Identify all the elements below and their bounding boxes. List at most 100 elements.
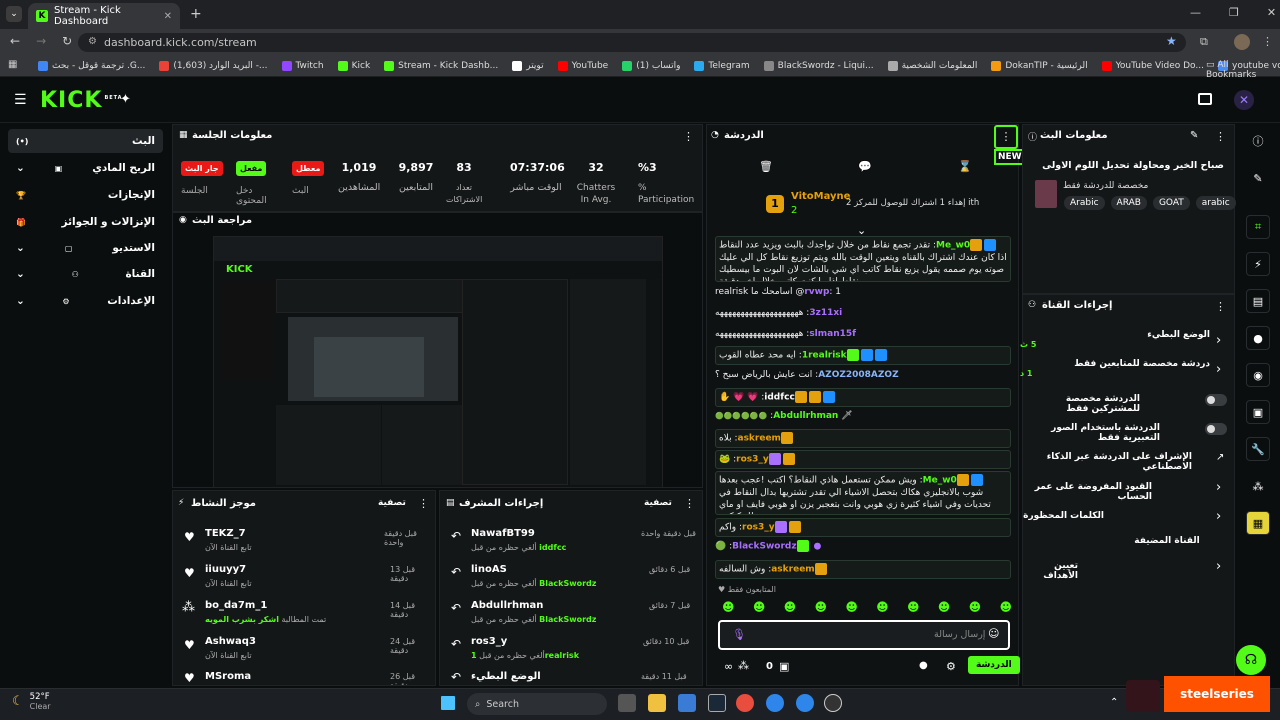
mod-filter-button[interactable]: تصفية bbox=[644, 498, 672, 508]
stream-info-menu-icon[interactable]: ⋮ bbox=[1215, 130, 1226, 143]
nav-item-achievements[interactable]: الإنجازات 🏆 bbox=[8, 183, 163, 207]
chevron-right-icon[interactable]: › bbox=[1216, 362, 1221, 377]
bookmark-item[interactable]: BlackSwordz - Liqui... bbox=[763, 61, 874, 71]
emote-icon[interactable]: ☻ bbox=[938, 600, 951, 614]
address-bar[interactable]: dashboard.kick.com/stream bbox=[78, 33, 1186, 52]
dots-icon[interactable]: ⁂ bbox=[1246, 474, 1270, 498]
emote-icon[interactable]: ☻ bbox=[814, 600, 827, 614]
minimize-icon[interactable]: — bbox=[1190, 6, 1201, 19]
extensions-icon[interactable]: ⧉ bbox=[1200, 35, 1208, 49]
emoji-icon[interactable]: ☺ bbox=[988, 627, 999, 640]
task-view-icon[interactable] bbox=[618, 694, 636, 712]
bookmark-item[interactable]: Stream - Kick Dashb... bbox=[384, 61, 498, 71]
dots-icon[interactable]: ⁂ bbox=[738, 659, 749, 672]
nav-item-settings[interactable]: ⌄ الإعدادات ⚙ bbox=[8, 289, 163, 313]
scan-icon[interactable]: ⌗ bbox=[1246, 215, 1270, 239]
emote-icon[interactable]: ☻ bbox=[784, 600, 797, 614]
mod-menu-icon[interactable]: ⋮ bbox=[684, 497, 695, 510]
all-bookmarks-button[interactable]: ▭ All Bookmarks bbox=[1206, 60, 1280, 80]
browser-tab[interactable]: K Stream - Kick Dashboard ✕ bbox=[28, 3, 180, 29]
broadcast-icon[interactable]: ◉ bbox=[1246, 363, 1270, 387]
tag[interactable]: Arabic bbox=[1064, 196, 1105, 210]
emote-icon[interactable]: ☻ bbox=[753, 600, 766, 614]
wrench-icon[interactable]: 🔧 bbox=[1246, 437, 1270, 461]
bookmark-item[interactable]: واتساب (1) bbox=[622, 61, 680, 71]
nav-item-studio[interactable]: ⌄ الاستديو ▢ bbox=[8, 236, 163, 260]
session-menu-icon[interactable]: ⋮ bbox=[683, 130, 694, 143]
close-tab-icon[interactable]: ✕ bbox=[164, 11, 172, 22]
emote-icon[interactable]: ☻ bbox=[876, 600, 889, 614]
tag[interactable]: GOAT bbox=[1152, 196, 1190, 210]
file-explorer-icon[interactable] bbox=[648, 694, 666, 712]
mic-icon[interactable]: 🎙 bbox=[732, 628, 746, 641]
support-button[interactable]: ☊ bbox=[1236, 645, 1266, 675]
emote-icon[interactable]: ☻ bbox=[845, 600, 858, 614]
bookmark-item[interactable]: ترجمة قوقل - بحث .G... bbox=[38, 61, 145, 71]
stream-toggle-button[interactable]: معطل bbox=[292, 161, 325, 176]
bookmark-item[interactable]: المعلومات الشخصية bbox=[887, 61, 977, 71]
new-tab-button[interactable]: + bbox=[190, 6, 202, 22]
action-set-goals[interactable]: تعيين الأهداف bbox=[1020, 561, 1078, 581]
content-income-button[interactable]: مفعل bbox=[236, 161, 267, 176]
hamburger-menu-icon[interactable]: ☰ bbox=[14, 92, 27, 108]
site-info-icon[interactable]: ⚙ bbox=[88, 36, 97, 47]
action-banned-words[interactable]: الكلمات المحظورة bbox=[1020, 511, 1104, 521]
bookmark-item[interactable]: Twitch bbox=[281, 61, 324, 71]
tab-list-button[interactable]: ⌄ bbox=[6, 6, 22, 22]
settings-icon[interactable]: ⚙ bbox=[946, 660, 956, 673]
taskbar-search[interactable]: ⌕ Search bbox=[467, 693, 607, 715]
chat-input[interactable]: 🎙 إرسال رسالة ☺ bbox=[718, 620, 1010, 650]
info-icon[interactable]: ⓘ bbox=[1246, 129, 1270, 153]
weather-widget[interactable]: ☾ 52°F Clear bbox=[12, 692, 51, 711]
action-followers-only[interactable]: دردشة مخصصة للمتابعين فقط 1 د bbox=[1020, 359, 1210, 378]
nav-item-channel[interactable]: ⌄ القناة ⚇ bbox=[8, 262, 163, 286]
chevron-right-icon[interactable]: › bbox=[1216, 509, 1221, 524]
edit-pencil-icon[interactable]: ✎ bbox=[1190, 130, 1198, 141]
send-chat-button[interactable]: الدردشة bbox=[968, 656, 1020, 674]
forward-icon[interactable]: → bbox=[36, 34, 46, 48]
emotes-only-toggle[interactable] bbox=[1205, 423, 1227, 435]
tag[interactable]: arabic bbox=[1195, 196, 1236, 210]
layout-icon[interactable]: ▣ bbox=[1246, 400, 1270, 424]
tag[interactable]: ARAB bbox=[1110, 196, 1147, 210]
trash-icon[interactable]: 🗑 bbox=[759, 160, 773, 173]
camera-icon[interactable] bbox=[1198, 93, 1212, 105]
chevron-right-icon[interactable]: › bbox=[1216, 333, 1221, 348]
stream-preview-video[interactable]: KICK bbox=[213, 236, 663, 488]
edit-icon[interactable]: ✎ bbox=[1246, 166, 1270, 190]
app-icon[interactable] bbox=[766, 694, 784, 712]
gift-icon[interactable]: ▣ bbox=[779, 660, 789, 673]
back-icon[interactable]: ← bbox=[10, 34, 20, 48]
chrome-icon[interactable] bbox=[736, 694, 754, 712]
nav-item-monetization[interactable]: ⌄ الربح المادي ▣ bbox=[8, 156, 163, 180]
emote-icon[interactable]: ☻ bbox=[722, 600, 735, 614]
restore-icon[interactable]: ❐ bbox=[1229, 6, 1239, 19]
chevron-right-icon[interactable]: › bbox=[1216, 559, 1221, 574]
steelseries-banner[interactable]: steelseries bbox=[1164, 676, 1270, 712]
chrome-menu-icon[interactable]: ⋮ bbox=[1262, 35, 1273, 48]
chat-icon[interactable]: ● bbox=[1246, 326, 1270, 350]
action-account-age[interactable]: القيود المفروضة على عمر الحساب bbox=[1020, 482, 1152, 502]
bookmark-item[interactable]: YouTube Video Do... bbox=[1101, 61, 1204, 71]
external-link-icon[interactable]: ↗ bbox=[1216, 452, 1224, 463]
activity-filter-button[interactable]: تصفية bbox=[378, 498, 406, 508]
emote-icon[interactable]: ☻ bbox=[907, 600, 920, 614]
list-icon[interactable]: ▤ bbox=[1246, 289, 1270, 313]
chat-bubble-icon[interactable]: ● bbox=[919, 660, 928, 671]
category-thumbnail[interactable] bbox=[1035, 180, 1057, 208]
bookmark-item[interactable]: Kick bbox=[337, 61, 370, 71]
bookmark-item[interactable]: البريد الوارد (1,603) -... bbox=[159, 61, 268, 71]
chevron-right-icon[interactable]: › bbox=[1216, 480, 1221, 495]
app-icon[interactable] bbox=[796, 694, 814, 712]
kick-logo[interactable]: KICK BETA bbox=[40, 88, 123, 113]
nav-item-stream[interactable]: البث (•) bbox=[8, 129, 163, 153]
emote-icon[interactable]: ☻ bbox=[969, 600, 982, 614]
bookmark-item[interactable]: Telegram bbox=[694, 61, 750, 71]
emote-icon[interactable]: ☻ bbox=[999, 600, 1012, 614]
windows-start-icon[interactable] bbox=[441, 696, 455, 710]
action-ai-moderation[interactable]: الإشراف على الدردشة عبر الذكاء الاصطناعي bbox=[1020, 452, 1192, 472]
bookmark-item[interactable]: تويتر bbox=[512, 61, 544, 71]
timer-icon[interactable]: ⌛ bbox=[958, 160, 972, 173]
chat-bubble-icon[interactable]: 💬 bbox=[858, 160, 872, 173]
close-window-icon[interactable]: ✕ bbox=[1267, 6, 1276, 19]
